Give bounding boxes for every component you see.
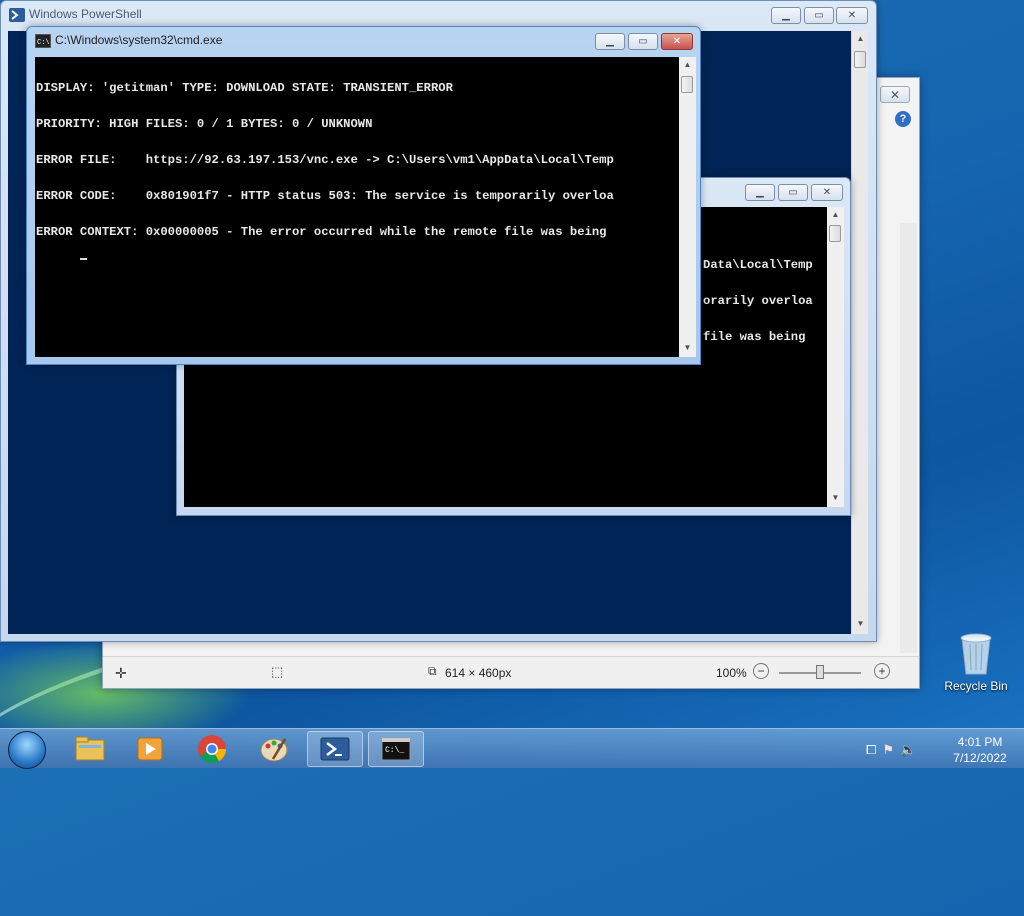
- recycle-bin[interactable]: Recycle Bin: [938, 630, 1014, 693]
- maximize-button[interactable]: ▭: [778, 184, 808, 201]
- console-line: orarily overloa: [703, 294, 813, 308]
- cmd-icon: C:\: [35, 34, 51, 48]
- scroll-thumb[interactable]: [854, 51, 866, 68]
- system-tray: ⧠ ⚑ 🔈: [866, 742, 916, 758]
- close-button[interactable]: ✕: [661, 33, 693, 50]
- paint-status-bar: ✛ ⬚ ⧉ 614 × 460px 100% − +: [103, 656, 919, 688]
- zoom-out-button[interactable]: −: [753, 663, 769, 679]
- paint-close-button[interactable]: ✕: [880, 86, 910, 103]
- cmd-vertical-scrollbar[interactable]: ▲ ▼: [679, 57, 696, 357]
- chrome-icon: [198, 735, 226, 763]
- cmd-window-front[interactable]: C:\ C:\Windows\system32\cmd.exe ▁ ▭ ✕ DI…: [26, 26, 701, 365]
- cmd-console[interactable]: DISPLAY: 'getitman' TYPE: DOWNLOAD STATE…: [35, 57, 679, 357]
- powershell-vertical-scrollbar[interactable]: ▲ ▼: [851, 31, 868, 634]
- cmd-back-scrollbar[interactable]: ▲ ▼: [827, 207, 844, 507]
- canvas-size-icon: ⧉: [428, 664, 437, 678]
- taskbar-chrome-button[interactable]: [184, 731, 240, 767]
- taskbar: C:\_ ⧠ ⚑ 🔈 4:01 PM 7/12/2022: [0, 728, 1024, 769]
- media-player-icon: [137, 737, 163, 761]
- powershell-titlebar[interactable]: Windows PowerShell ▁ ▭ ✕: [1, 1, 876, 29]
- console-line: file was being: [703, 330, 806, 344]
- paint-vertical-scrollbar[interactable]: [900, 223, 917, 653]
- console-line: ERROR CONTEXT: 0x00000005 - The error oc…: [36, 225, 607, 239]
- svg-text:C:\: C:\: [37, 39, 50, 47]
- canvas-size-text: 614 × 460px: [445, 666, 512, 680]
- scroll-thumb[interactable]: [829, 225, 841, 242]
- taskbar-powershell-button[interactable]: [307, 731, 363, 767]
- maximize-button[interactable]: ▭: [804, 7, 834, 24]
- console-line: PRIORITY: HIGH FILES: 0 / 1 BYTES: 0 / U…: [36, 117, 373, 131]
- cmd-title: C:\Windows\system32\cmd.exe: [55, 33, 223, 47]
- folder-icon: [75, 736, 105, 761]
- console-line: ERROR CODE: 0x801901f7 - HTTP status 503…: [36, 189, 614, 203]
- taskbar-paint-button[interactable]: [246, 731, 302, 767]
- console-line: Data\Local\Temp: [703, 258, 813, 272]
- svg-text:C:\_: C:\_: [385, 746, 404, 755]
- cmd-output: DISPLAY: 'getitman' TYPE: DOWNLOAD STATE…: [35, 57, 679, 275]
- cmd-titlebar[interactable]: C:\ C:\Windows\system32\cmd.exe ▁ ▭ ✕: [27, 27, 700, 55]
- start-button[interactable]: [8, 731, 46, 769]
- action-center-icon[interactable]: ⚑: [882, 742, 894, 758]
- zoom-slider-thumb[interactable]: [816, 665, 824, 679]
- text-cursor: [79, 258, 87, 260]
- console-line: DISPLAY: 'getitman' TYPE: DOWNLOAD STATE…: [36, 81, 453, 95]
- cmd-icon: C:\_: [381, 737, 411, 761]
- recycle-bin-label: Recycle Bin: [944, 679, 1008, 693]
- selection-icon: ⬚: [271, 664, 284, 679]
- clock[interactable]: 4:01 PM 7/12/2022: [940, 734, 1020, 766]
- close-button[interactable]: ✕: [836, 7, 868, 24]
- scroll-up-arrow[interactable]: ▲: [852, 34, 869, 43]
- powershell-title: Windows PowerShell: [29, 7, 142, 21]
- clock-date: 7/12/2022: [953, 751, 1007, 765]
- volume-icon[interactable]: 🔈: [900, 742, 916, 758]
- scroll-thumb[interactable]: [681, 76, 693, 93]
- clock-time: 4:01 PM: [957, 735, 1003, 749]
- recycle-bin-icon: [960, 633, 992, 675]
- maximize-button[interactable]: ▭: [628, 33, 658, 50]
- paint-icon: [260, 738, 288, 762]
- scroll-up-arrow[interactable]: ▲: [827, 210, 844, 219]
- zoom-in-button[interactable]: +: [874, 663, 890, 679]
- cmd-back-output: Data\Local\Temp orarily overloa file was…: [702, 234, 813, 367]
- minimize-button[interactable]: ▁: [771, 7, 801, 24]
- move-icon: ✛: [115, 665, 127, 681]
- taskbar-cmd-button[interactable]: C:\_: [368, 731, 424, 767]
- taskbar-explorer-button[interactable]: [62, 731, 118, 767]
- zoom-level: 100%: [716, 666, 747, 680]
- scroll-down-arrow[interactable]: ▼: [852, 619, 869, 628]
- minimize-button[interactable]: ▁: [595, 33, 625, 50]
- console-line: ERROR FILE: https://92.63.197.153/vnc.ex…: [36, 153, 614, 167]
- scroll-up-arrow[interactable]: ▲: [679, 60, 696, 69]
- close-button[interactable]: ✕: [811, 184, 843, 201]
- taskbar-media-player-button[interactable]: [122, 731, 178, 767]
- scroll-down-arrow[interactable]: ▼: [827, 493, 844, 502]
- powershell-icon: [320, 737, 350, 761]
- network-icon[interactable]: ⧠: [866, 742, 876, 758]
- help-icon[interactable]: ?: [895, 111, 911, 127]
- powershell-icon: [9, 8, 25, 22]
- minimize-button[interactable]: ▁: [745, 184, 775, 201]
- scroll-down-arrow[interactable]: ▼: [679, 343, 696, 352]
